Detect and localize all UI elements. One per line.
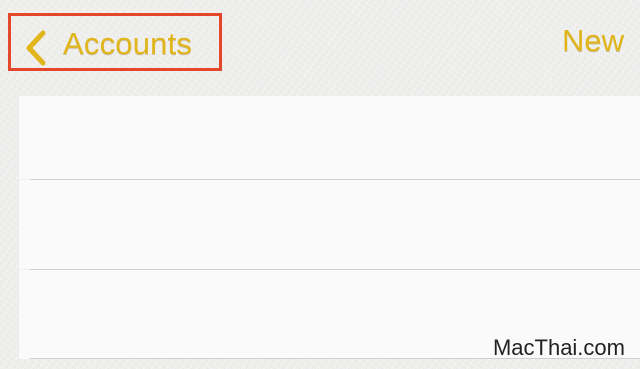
watermark-text: MacThai.com xyxy=(492,335,625,360)
new-note-button[interactable]: New xyxy=(562,23,624,59)
chevron-left-icon xyxy=(26,30,46,66)
back-to-accounts-button[interactable]: Accounts xyxy=(8,13,222,71)
notes-list xyxy=(19,96,640,369)
list-item[interactable] xyxy=(19,180,640,269)
back-button-label: Accounts xyxy=(63,26,193,61)
navigation-bar: Accounts New xyxy=(0,0,640,96)
list-item[interactable] xyxy=(19,96,640,179)
